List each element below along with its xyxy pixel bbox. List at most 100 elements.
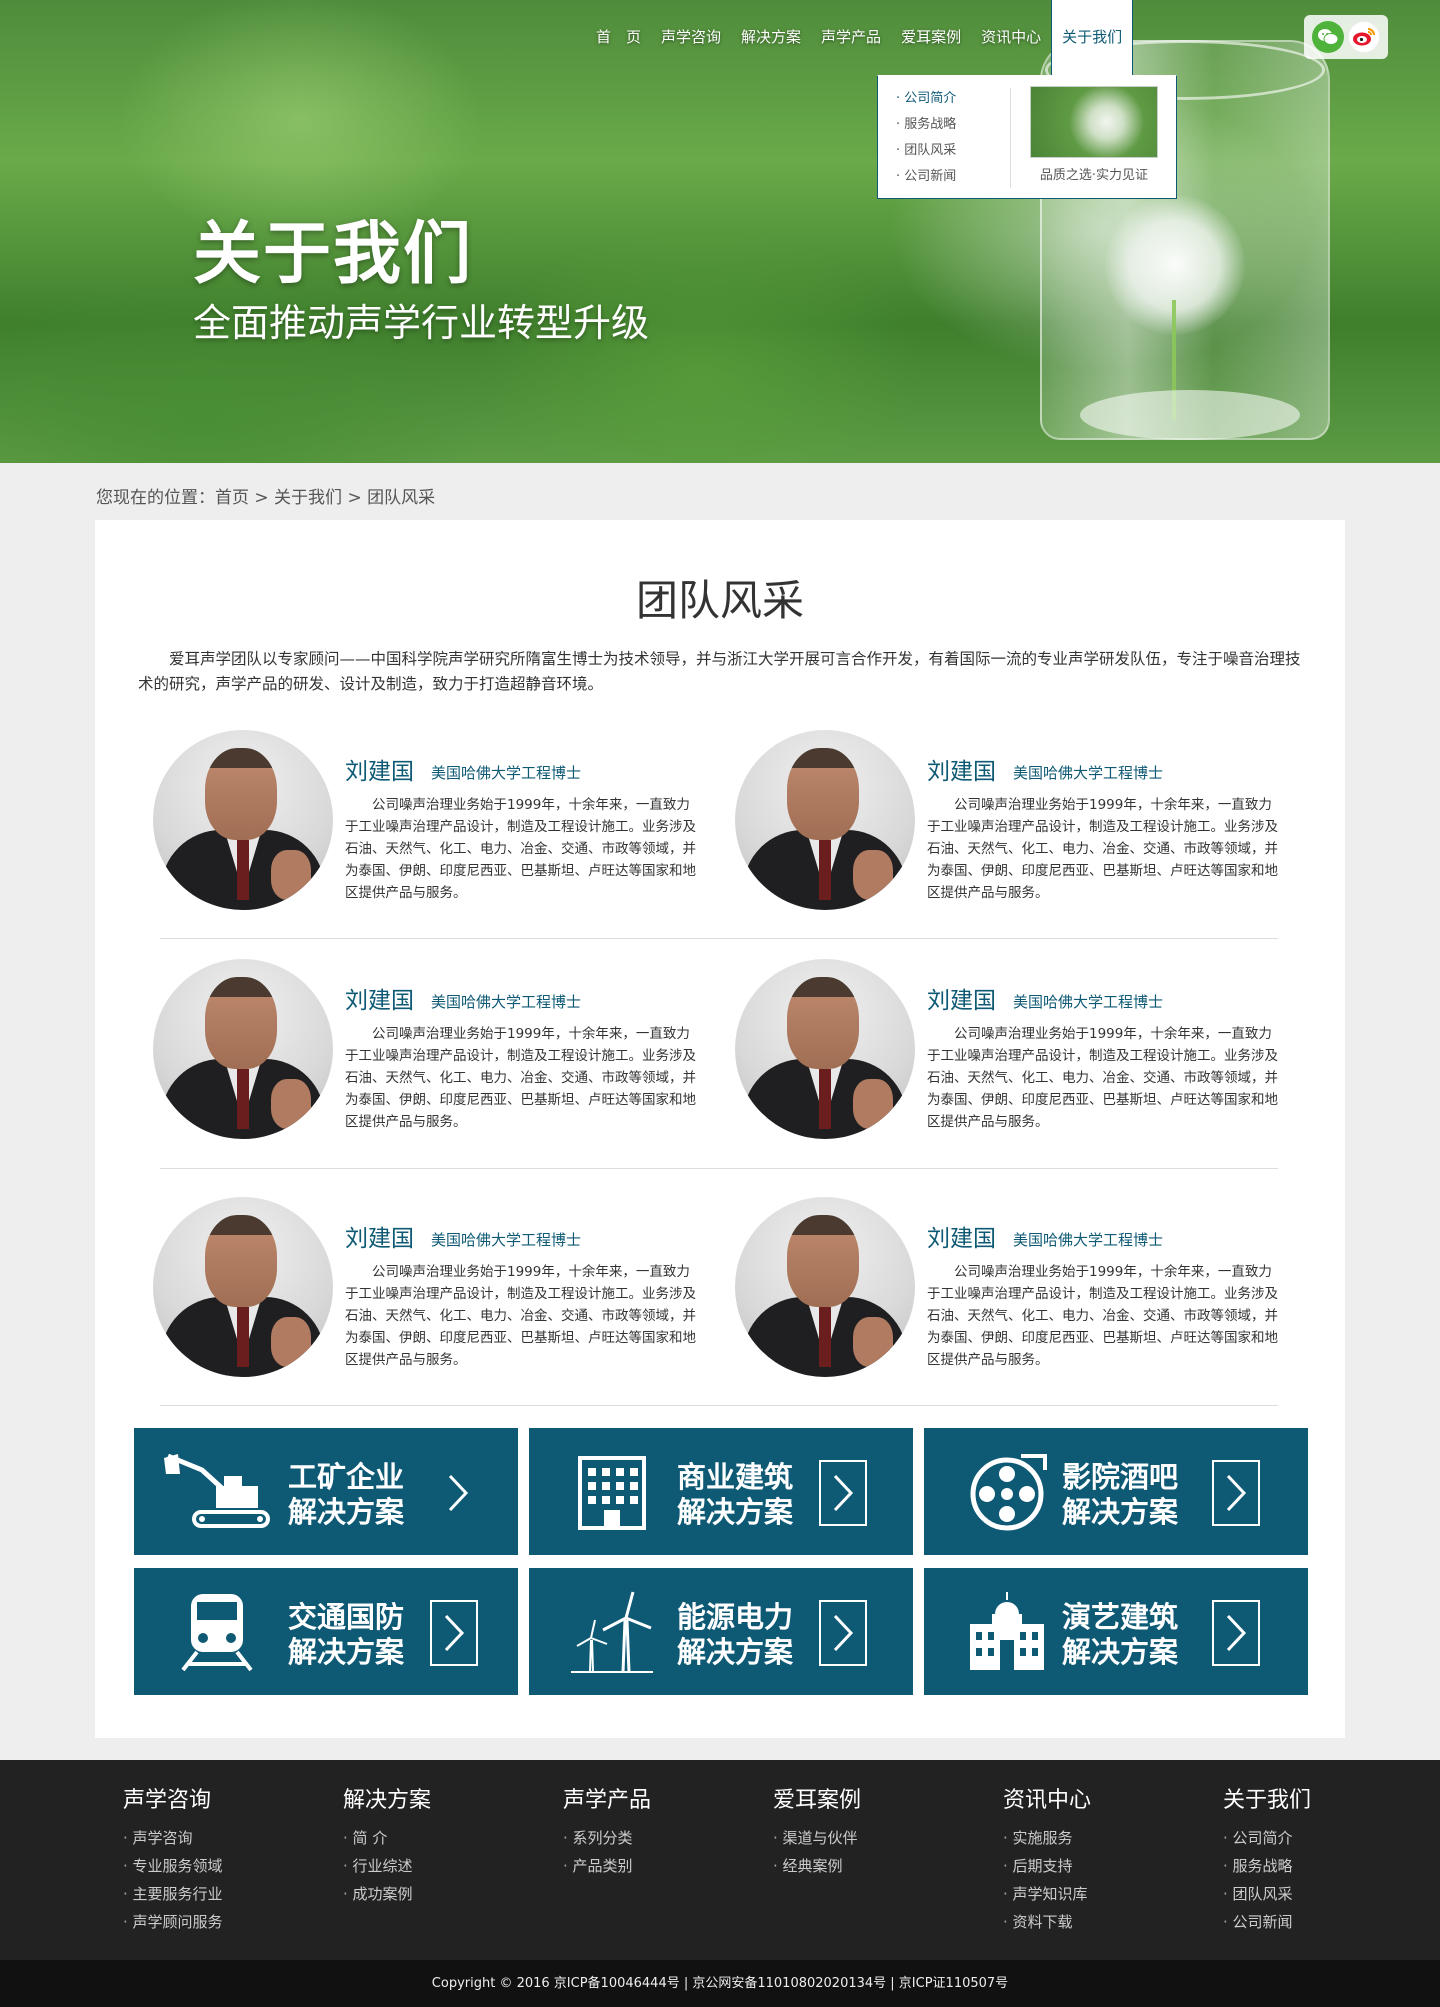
copyright-bar: Copyright © 2016 京ICP备10046444号 | 京公网安备1…	[0, 1960, 1440, 2007]
footer-link[interactable]: 行业综述	[343, 1852, 431, 1880]
footer-column-title[interactable]: 声学产品	[563, 1782, 651, 1814]
footer-link[interactable]: 团队风采	[1223, 1880, 1311, 1908]
dropdown-item-team[interactable]: · 团队风采	[896, 138, 956, 164]
footer-link[interactable]: 实施服务	[1003, 1824, 1091, 1852]
solution-tile-commercial[interactable]: 商业建筑 解决方案	[529, 1428, 913, 1555]
member-name: 刘建国	[927, 1226, 996, 1252]
footer-link[interactable]: 主要服务行业	[123, 1880, 223, 1908]
solution-subtitle: 解决方案	[677, 1495, 794, 1529]
film-reel-icon	[952, 1450, 1062, 1534]
dropdown-item-service-strategy[interactable]: · 服务战略	[896, 112, 956, 138]
chevron-right-icon	[819, 1600, 867, 1666]
footer-column-products: 声学产品 系列分类 产品类别	[563, 1782, 651, 1880]
member-description: 公司噪声治理业务始于1999年，十余年来，一直致力于工业噪声治理产品设计，制造及…	[345, 1264, 696, 1368]
footer-column-solutions: 解决方案 简 介 行业综述 成功案例	[343, 1782, 431, 1908]
solution-subtitle: 解决方案	[288, 1495, 405, 1529]
member-avatar	[735, 1197, 915, 1377]
chevron-right-icon	[430, 1600, 478, 1666]
member-avatar	[153, 959, 333, 1139]
nav-item-cases[interactable]: 爱耳案例	[891, 0, 971, 75]
weibo-icon[interactable]	[1348, 21, 1380, 53]
member-description: 公司噪声治理业务始于1999年，十余年来，一直致力于工业噪声治理产品设计，制造及…	[927, 1026, 1278, 1130]
dropdown-item-company-profile[interactable]: · 公司简介	[896, 86, 956, 112]
member-row-divider	[160, 1405, 1278, 1406]
footer-link[interactable]: 系列分类	[563, 1824, 651, 1852]
member-row-divider	[160, 938, 1278, 939]
solution-tile-industrial[interactable]: 工矿企业 解决方案	[134, 1428, 518, 1555]
solution-tile-energy[interactable]: 能源电力 解决方案	[529, 1568, 913, 1695]
team-member-card: 刘建国 美国哈佛大学工程博士 公司噪声治理业务始于1999年，十余年来，一直致力…	[153, 1197, 713, 1377]
social-links	[1304, 15, 1388, 59]
footer-link[interactable]: 公司新闻	[1223, 1908, 1311, 1936]
footer-link[interactable]: 简 介	[343, 1824, 431, 1852]
chevron-right-icon	[819, 1460, 867, 1526]
member-title: 美国哈佛大学工程博士	[431, 1231, 582, 1249]
solution-tile-transport[interactable]: 交通国防 解决方案	[134, 1568, 518, 1695]
nav-item-news[interactable]: 资讯中心	[971, 0, 1051, 75]
team-member-card: 刘建国 美国哈佛大学工程博士 公司噪声治理业务始于1999年，十余年来，一直致力…	[735, 730, 1295, 910]
page-title: 团队风采	[635, 576, 804, 625]
member-description: 公司噪声治理业务始于1999年，十余年来，一直致力于工业噪声治理产品设计，制造及…	[345, 797, 696, 901]
footer-column-cases: 爱耳案例 渠道与伙伴 经典案例	[773, 1782, 861, 1880]
member-title: 美国哈佛大学工程博士	[431, 764, 582, 782]
nav-item-solutions[interactable]: 解决方案	[731, 0, 811, 75]
solution-subtitle: 解决方案	[1062, 1635, 1179, 1669]
breadcrumb: 您现在的位置：首页 > 关于我们 > 团队风采	[96, 488, 436, 508]
footer-link[interactable]: 声学咨询	[123, 1824, 223, 1852]
footer-link[interactable]: 公司简介	[1223, 1824, 1311, 1852]
dropdown-thumbnail[interactable]	[1030, 86, 1158, 158]
footer-column-title[interactable]: 资讯中心	[1003, 1782, 1091, 1814]
footer-column-title[interactable]: 声学咨询	[123, 1782, 223, 1814]
footer-link[interactable]: 声学顾问服务	[123, 1908, 223, 1936]
member-description: 公司噪声治理业务始于1999年，十余年来，一直致力于工业噪声治理产品设计，制造及…	[927, 1264, 1278, 1368]
chevron-right-icon	[1212, 1600, 1260, 1666]
footer-link[interactable]: 服务战略	[1223, 1852, 1311, 1880]
footer-link[interactable]: 渠道与伙伴	[773, 1824, 861, 1852]
footer-link[interactable]: 成功案例	[343, 1880, 431, 1908]
dropdown-thumbnail-caption: 品质之选·实力见证	[1039, 168, 1149, 183]
footer-link[interactable]: 后期支持	[1003, 1852, 1091, 1880]
member-name: 刘建国	[927, 759, 996, 785]
nav-item-products[interactable]: 声学产品	[811, 0, 891, 75]
solution-subtitle: 解决方案	[677, 1635, 794, 1669]
nav-item-about[interactable]: 关于我们	[1051, 0, 1134, 75]
dropdown-divider	[1010, 88, 1011, 188]
member-title: 美国哈佛大学工程博士	[431, 993, 582, 1011]
train-icon	[162, 1590, 272, 1674]
chevron-right-icon	[434, 1460, 482, 1526]
footer-link[interactable]: 产品类别	[563, 1852, 651, 1880]
footer-column-news: 资讯中心 实施服务 后期支持 声学知识库 资料下载	[1003, 1782, 1091, 1936]
wechat-icon[interactable]	[1312, 21, 1344, 53]
footer-link[interactable]: 资料下载	[1003, 1908, 1091, 1936]
excavator-icon	[162, 1450, 272, 1534]
team-member-card: 刘建国 美国哈佛大学工程博士 公司噪声治理业务始于1999年，十余年来，一直致力…	[153, 959, 713, 1139]
team-member-card: 刘建国 美国哈佛大学工程博士 公司噪声治理业务始于1999年，十余年来，一直致力…	[735, 959, 1295, 1139]
about-dropdown-menu: · 公司简介 · 服务战略 · 团队风采 · 公司新闻 品质之选·实力见证	[877, 75, 1177, 199]
footer-column-title[interactable]: 解决方案	[343, 1782, 431, 1814]
hero-title: 关于我们	[193, 215, 474, 294]
solution-tile-performance[interactable]: 演艺建筑 解决方案	[924, 1568, 1308, 1695]
solution-tile-cinema[interactable]: 影院酒吧 解决方案	[924, 1428, 1308, 1555]
building-icon	[557, 1450, 667, 1534]
member-title: 美国哈佛大学工程博士	[1013, 1231, 1164, 1249]
footer-column-title[interactable]: 爱耳案例	[773, 1782, 861, 1814]
member-title: 美国哈佛大学工程博士	[1013, 993, 1164, 1011]
footer-link[interactable]: 经典案例	[773, 1852, 861, 1880]
theater-icon	[952, 1590, 1062, 1674]
dropdown-item-company-news[interactable]: · 公司新闻	[896, 164, 956, 190]
member-avatar	[153, 1197, 333, 1377]
member-name: 刘建国	[345, 1226, 414, 1252]
member-description: 公司噪声治理业务始于1999年，十余年来，一直致力于工业噪声治理产品设计，制造及…	[927, 797, 1278, 901]
nav-item-home[interactable]: 首 页	[586, 0, 651, 75]
wind-turbine-icon	[557, 1590, 667, 1674]
nav-item-consulting[interactable]: 声学咨询	[651, 0, 731, 75]
member-title: 美国哈佛大学工程博士	[1013, 764, 1164, 782]
footer-link[interactable]: 声学知识库	[1003, 1880, 1091, 1908]
member-name: 刘建国	[345, 988, 414, 1014]
main-nav: 首 页 声学咨询 解决方案 声学产品 爱耳案例 资讯中心 关于我们	[586, 0, 1134, 75]
member-description: 公司噪声治理业务始于1999年，十余年来，一直致力于工业噪声治理产品设计，制造及…	[345, 1026, 696, 1130]
member-name: 刘建国	[927, 988, 996, 1014]
member-row-divider	[160, 1168, 1278, 1169]
footer-column-title[interactable]: 关于我们	[1223, 1782, 1311, 1814]
footer-link[interactable]: 专业服务领域	[123, 1852, 223, 1880]
